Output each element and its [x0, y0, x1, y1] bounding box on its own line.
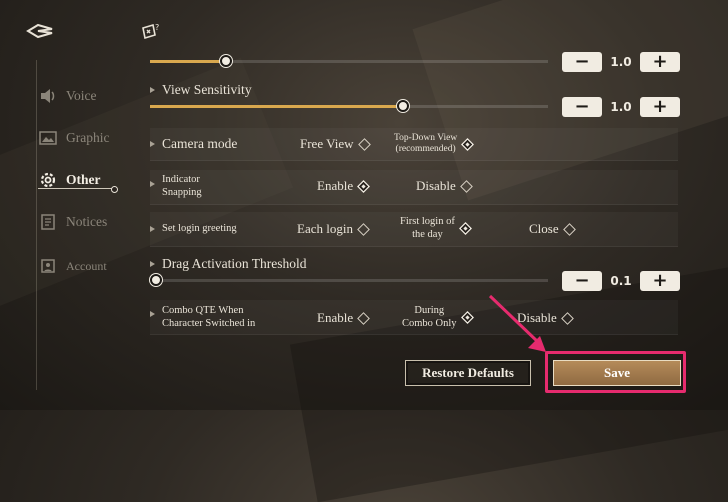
notice-icon — [38, 212, 58, 232]
drag-threshold-knob[interactable] — [150, 274, 162, 286]
sidebar-item-account[interactable]: Account — [38, 256, 107, 276]
label-line2: Character Switched in — [162, 318, 256, 329]
restore-defaults-button[interactable]: Restore Defaults — [405, 360, 531, 386]
decrease-button[interactable]: − — [562, 271, 602, 291]
top-down-view-option[interactable]: Top-Down View (recommended) — [394, 133, 475, 155]
drag-threshold-label: Drag Activation Threshold — [162, 256, 307, 271]
option-label-line2: Combo Only — [402, 318, 457, 329]
sidebar-item-notices[interactable]: Notices — [38, 212, 107, 232]
option-label: Enable — [317, 310, 354, 325]
view-sensitivity-knob[interactable] — [397, 100, 409, 112]
stepper-value: 1.0 — [610, 55, 632, 69]
row-bullet — [150, 226, 155, 232]
view-sensitivity-fill — [150, 105, 403, 108]
increase-button[interactable]: + — [640, 52, 680, 72]
option-label: Enable — [317, 178, 354, 193]
annotation-arrow — [488, 294, 546, 352]
option-label: During Combo Only — [402, 304, 457, 330]
combo-enable-option[interactable]: Enable — [317, 310, 370, 326]
row-bullet — [150, 141, 155, 147]
sidebar-item-label: Graphic — [66, 130, 110, 145]
view-sensitivity-stepper: − 1.0 + — [562, 97, 680, 117]
gear-icon — [38, 170, 58, 190]
radio-diamond-icon — [357, 137, 371, 151]
radio-diamond-icon — [562, 222, 576, 236]
speaker-icon — [38, 86, 58, 106]
radio-diamond-selected-icon — [458, 221, 472, 235]
option-label: Disable — [416, 178, 456, 193]
decrease-button[interactable]: − — [562, 97, 602, 117]
row-bullet — [150, 311, 155, 317]
snapping-disable-option[interactable]: Disable — [416, 178, 473, 194]
option-label-line1: During — [414, 305, 445, 316]
sidebar-item-voice[interactable]: Voice — [38, 86, 97, 106]
row-bullet — [150, 181, 155, 187]
help-icon[interactable]: ? — [140, 22, 162, 42]
login-greeting-label: Set login greeting — [162, 223, 237, 234]
option-label-line2: (recommended) — [395, 144, 456, 154]
save-button[interactable]: Save — [553, 360, 681, 386]
indicator-snapping-row — [150, 170, 678, 205]
label-line1: Indicator — [162, 174, 200, 185]
option-label-line1: Top-Down View — [394, 133, 458, 143]
image-icon — [38, 128, 58, 148]
increase-button[interactable]: + — [640, 97, 680, 117]
option-label-line2: the day — [412, 229, 443, 240]
option-label: Free View — [300, 136, 354, 151]
radio-diamond-selected-icon — [461, 137, 475, 151]
option-label: Top-Down View (recommended) — [394, 133, 457, 155]
row-bullet — [150, 261, 155, 267]
radio-diamond-icon — [357, 311, 370, 325]
active-indicator-line — [38, 188, 112, 189]
option-label: First login of the day — [400, 215, 455, 241]
sidebar-item-other[interactable]: Other — [38, 170, 101, 190]
radio-diamond-icon — [459, 179, 473, 193]
radio-diamond-icon — [560, 311, 574, 325]
radio-diamond-icon — [357, 222, 370, 236]
view-sensitivity-label: View Sensitivity — [162, 82, 252, 97]
close-option[interactable]: Close — [529, 221, 576, 237]
sidebar-item-label: Voice — [66, 88, 97, 103]
radio-diamond-selected-icon — [460, 310, 474, 324]
drag-threshold-stepper: − 0.1 + — [562, 271, 680, 291]
active-indicator-dot — [111, 186, 118, 193]
first-login-option[interactable]: First login of the day — [400, 215, 472, 241]
option-label: Each login — [297, 221, 353, 236]
free-view-option[interactable]: Free View — [300, 136, 371, 152]
option-label-line1: First login of — [400, 216, 455, 227]
label-line1: Combo QTE When — [162, 305, 244, 316]
top-slider-fill — [150, 60, 226, 63]
sidebar-item-label: Notices — [66, 214, 108, 229]
row-bullet — [150, 87, 155, 93]
drag-threshold-track[interactable] — [150, 279, 548, 282]
svg-text:?: ? — [155, 23, 159, 32]
sidebar-divider — [36, 60, 37, 390]
label-line2: Snapping — [162, 187, 202, 198]
stepper-value: 1.0 — [610, 100, 632, 114]
radio-diamond-selected-icon — [357, 179, 370, 193]
sidebar-item-label: Other — [66, 172, 101, 187]
sidebar-item-label: Account — [66, 258, 107, 273]
back-icon[interactable] — [26, 22, 54, 40]
indicator-snapping-label: Indicator Snapping — [162, 173, 202, 199]
sidebar-item-graphic[interactable]: Graphic — [38, 128, 109, 148]
top-slider-stepper: − 1.0 + — [562, 52, 680, 72]
account-icon — [38, 256, 58, 276]
stepper-value: 0.1 — [610, 274, 632, 288]
during-combo-option[interactable]: During Combo Only — [402, 304, 474, 330]
increase-button[interactable]: + — [640, 271, 680, 291]
decrease-button[interactable]: − — [562, 52, 602, 72]
combo-qte-label: Combo QTE When Character Switched in — [162, 304, 255, 330]
option-label: Close — [529, 221, 559, 236]
each-login-option[interactable]: Each login — [297, 221, 370, 237]
snapping-enable-option[interactable]: Enable — [317, 178, 370, 194]
top-slider-knob[interactable] — [220, 55, 232, 67]
camera-mode-label: Camera mode — [162, 136, 238, 151]
